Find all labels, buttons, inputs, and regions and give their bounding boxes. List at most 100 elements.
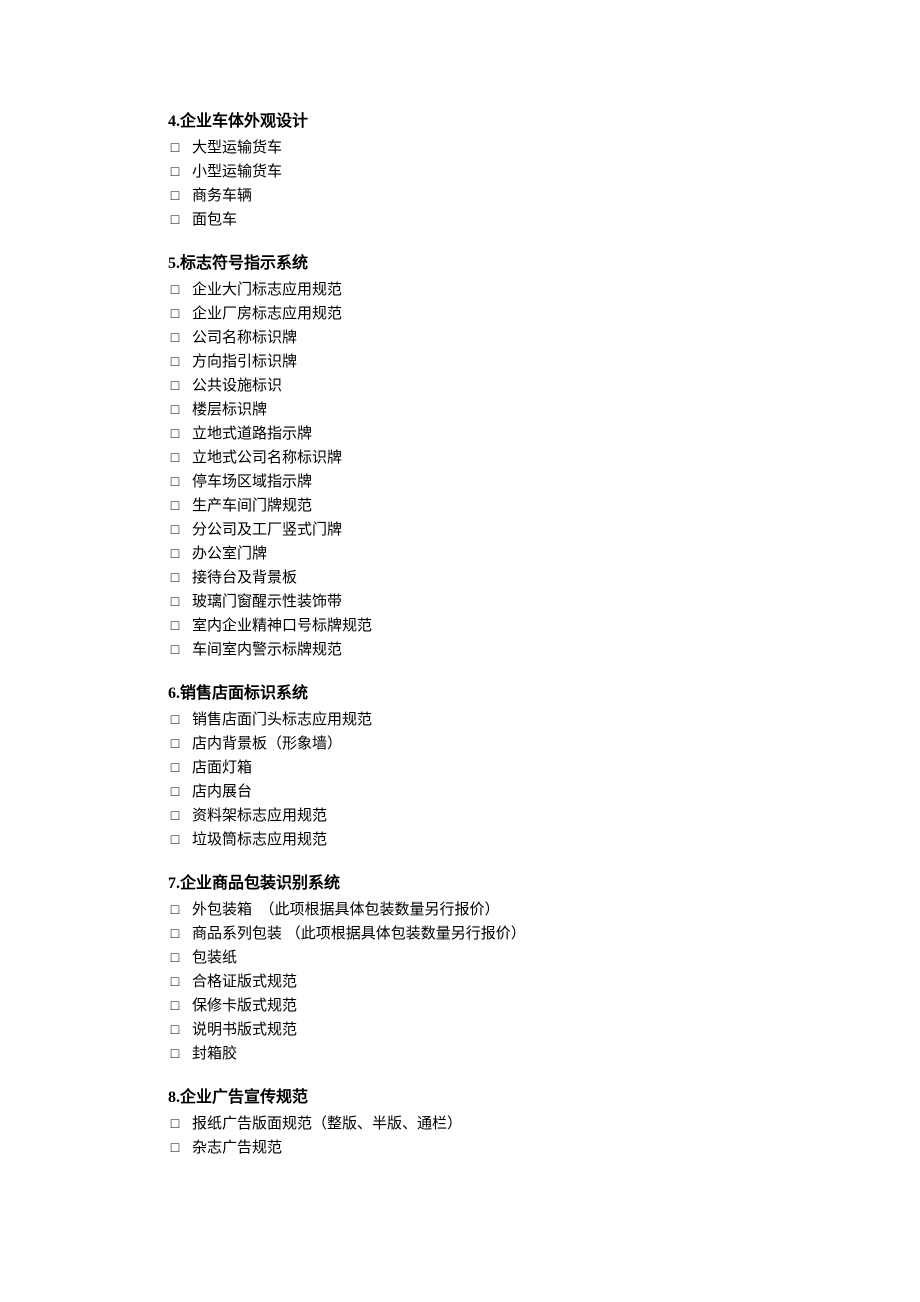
item-text: 报纸广告版面规范（整版、半版、通栏） xyxy=(192,1113,462,1136)
checkbox-icon: □ xyxy=(168,184,182,207)
checklist: □ 报纸广告版面规范（整版、半版、通栏）□ 杂志广告规范 xyxy=(168,1112,920,1160)
checklist-item: □ 办公室门牌 xyxy=(168,542,920,566)
checklist-item: □ 楼层标识牌 xyxy=(168,398,920,422)
checkbox-icon: □ xyxy=(168,732,182,755)
checklist-item: □ 企业大门标志应用规范 xyxy=(168,278,920,302)
checklist-item: □ 垃圾筒标志应用规范 xyxy=(168,828,920,852)
item-text: 公司名称标识牌 xyxy=(192,327,297,350)
checkbox-icon: □ xyxy=(168,566,182,589)
item-text: 企业厂房标志应用规范 xyxy=(192,303,342,326)
checklist-item: □资料架标志应用规范 xyxy=(168,804,920,828)
item-text: 室内企业精神口号标牌规范 xyxy=(192,615,372,638)
item-text: 立地式道路指示牌 xyxy=(192,423,312,446)
checklist-item: □ 立地式道路指示牌 xyxy=(168,422,920,446)
item-text: 外包装箱 （此项根据具体包装数量另行报价） xyxy=(192,899,500,922)
checkbox-icon: □ xyxy=(168,160,182,183)
document-content: 4.企业车体外观设计□大型运输货车□小型运输货车□商务车辆□面包车5.标志符号指… xyxy=(168,110,920,1160)
checklist-item: □ 包装纸 xyxy=(168,946,920,970)
section-heading: 8.企业广告宣传规范 xyxy=(168,1086,920,1110)
checklist-item: □封箱胶 xyxy=(168,1042,920,1066)
checkbox-icon: □ xyxy=(168,374,182,397)
item-text: 生产车间门牌规范 xyxy=(192,495,312,518)
item-text: 杂志广告规范 xyxy=(192,1137,282,1160)
checklist: □ 外包装箱 （此项根据具体包装数量另行报价）□商品系列包装 （此项根据具体包装数… xyxy=(168,898,920,1066)
checklist-item: □ 店面灯箱 xyxy=(168,756,920,780)
item-text: 办公室门牌 xyxy=(192,543,267,566)
checkbox-icon: □ xyxy=(168,326,182,349)
item-text: 楼层标识牌 xyxy=(192,399,267,422)
checklist-item: □ 杂志广告规范 xyxy=(168,1136,920,1160)
item-text: 车间室内警示标牌规范 xyxy=(192,639,342,662)
item-text: 立地式公司名称标识牌 xyxy=(192,447,342,470)
item-text: 店内背景板（形象墙） xyxy=(192,733,342,756)
item-text: 玻璃门窗醒示性装饰带 xyxy=(192,591,342,614)
checkbox-icon: □ xyxy=(168,638,182,661)
item-text: 商务车辆 xyxy=(192,185,252,208)
checkbox-icon: □ xyxy=(168,518,182,541)
checkbox-icon: □ xyxy=(168,970,182,993)
checklist-item: □ 分公司及工厂竖式门牌 xyxy=(168,518,920,542)
item-text: 说明书版式规范 xyxy=(192,1019,297,1042)
section: 6.销售店面标识系统□销售店面门头标志应用规范□店内背景板（形象墙）□店面灯箱□… xyxy=(168,682,920,852)
checkbox-icon: □ xyxy=(168,422,182,445)
item-text: 企业大门标志应用规范 xyxy=(192,279,342,302)
item-text: 小型运输货车 xyxy=(192,161,282,184)
checkbox-icon: □ xyxy=(168,470,182,493)
checkbox-icon: □ xyxy=(168,446,182,469)
checklist: □大型运输货车□小型运输货车□商务车辆□面包车 xyxy=(168,136,920,232)
item-text: 保修卡版式规范 xyxy=(192,995,297,1018)
checklist-item: □ 公司名称标识牌 xyxy=(168,326,920,350)
item-text: 方向指引标识牌 xyxy=(192,351,297,374)
item-text: 店面灯箱 xyxy=(192,757,252,780)
item-text: 店内展台 xyxy=(192,781,252,804)
item-text: 公共设施标识 xyxy=(192,375,282,398)
item-text: 面包车 xyxy=(192,209,237,232)
checklist-item: □企业厂房标志应用规范 xyxy=(168,302,920,326)
checklist-item: □ 停车场区域指示牌 xyxy=(168,470,920,494)
section: 4.企业车体外观设计□大型运输货车□小型运输货车□商务车辆□面包车 xyxy=(168,110,920,232)
checkbox-icon: □ xyxy=(168,756,182,779)
checklist-item: □ 室内企业精神口号标牌规范 xyxy=(168,614,920,638)
checklist-item: □销售店面门头标志应用规范 xyxy=(168,708,920,732)
checklist-item: □合格证版式规范 xyxy=(168,970,920,994)
checkbox-icon: □ xyxy=(168,804,182,827)
item-text: 包装纸 xyxy=(192,947,237,970)
checkbox-icon: □ xyxy=(168,398,182,421)
item-text: 停车场区域指示牌 xyxy=(192,471,312,494)
checklist-item: □ 生产车间门牌规范 xyxy=(168,494,920,518)
checklist-item: □ 玻璃门窗醒示性装饰带 xyxy=(168,590,920,614)
checklist-item: □ 外包装箱 （此项根据具体包装数量另行报价） xyxy=(168,898,920,922)
item-text: 接待台及背景板 xyxy=(192,567,297,590)
checklist: □企业大门标志应用规范□企业厂房标志应用规范□公司名称标识牌□方向指引标识牌□公… xyxy=(168,278,920,662)
checkbox-icon: □ xyxy=(168,494,182,517)
item-text: 分公司及工厂竖式门牌 xyxy=(192,519,342,542)
item-text: 垃圾筒标志应用规范 xyxy=(192,829,327,852)
checklist-item: □ 立地式公司名称标识牌 xyxy=(168,446,920,470)
checkbox-icon: □ xyxy=(168,994,182,1017)
checklist-item: □方向指引标识牌 xyxy=(168,350,920,374)
checkbox-icon: □ xyxy=(168,1018,182,1041)
checkbox-icon: □ xyxy=(168,278,182,301)
checkbox-icon: □ xyxy=(168,208,182,231)
checkbox-icon: □ xyxy=(168,946,182,969)
checklist-item: □ 说明书版式规范 xyxy=(168,1018,920,1042)
checklist-item: □ 商务车辆 xyxy=(168,184,920,208)
checkbox-icon: □ xyxy=(168,542,182,565)
checkbox-icon: □ xyxy=(168,780,182,803)
checkbox-icon: □ xyxy=(168,136,182,159)
checklist-item: □ 面包车 xyxy=(168,208,920,232)
checkbox-icon: □ xyxy=(168,614,182,637)
section: 5.标志符号指示系统□企业大门标志应用规范□企业厂房标志应用规范□公司名称标识牌… xyxy=(168,252,920,662)
section-heading: 4.企业车体外观设计 xyxy=(168,110,920,134)
checkbox-icon: □ xyxy=(168,898,182,921)
section-heading: 7.企业商品包装识别系统 xyxy=(168,872,920,896)
checkbox-icon: □ xyxy=(168,828,182,851)
checkbox-icon: □ xyxy=(168,1136,182,1159)
checkbox-icon: □ xyxy=(168,1042,182,1065)
checklist-item: □商品系列包装 （此项根据具体包装数量另行报价） xyxy=(168,922,920,946)
section: 7.企业商品包装识别系统□外包装箱 （此项根据具体包装数量另行报价）□商品系列包… xyxy=(168,872,920,1066)
checklist-item: □ 店内背景板（形象墙） xyxy=(168,732,920,756)
checklist-item: □ 接待台及背景板 xyxy=(168,566,920,590)
checklist-item: □ 车间室内警示标牌规范 xyxy=(168,638,920,662)
checkbox-icon: □ xyxy=(168,590,182,613)
